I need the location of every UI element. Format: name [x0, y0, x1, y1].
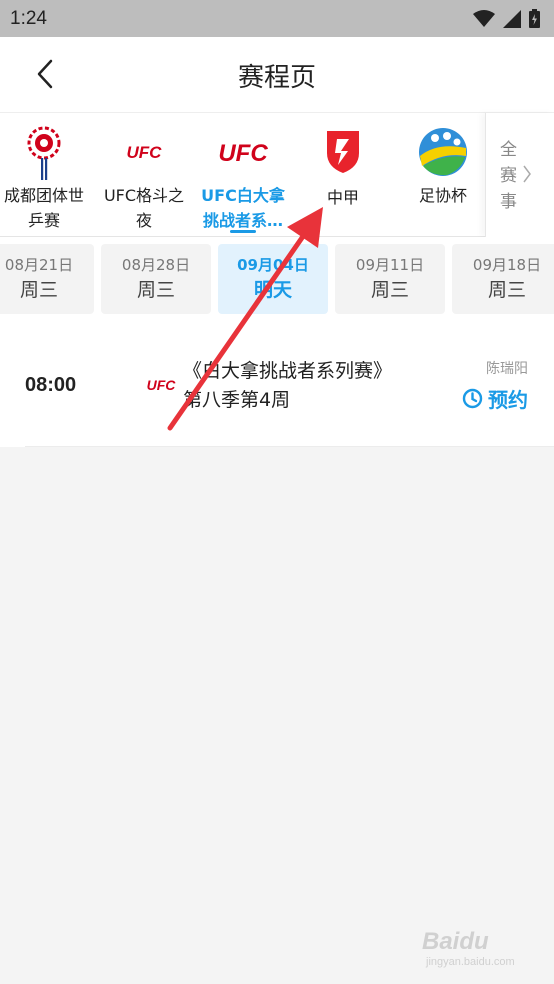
date-selector: 08月21日 周三 08月28日 周三 09月04日 明天 09月11日 周三 …	[0, 237, 554, 319]
tab-chengdu-table-tennis[interactable]: 成都团体世乒赛	[0, 113, 88, 237]
weekday-label: 明天	[253, 279, 292, 301]
cellular-signal-icon	[503, 9, 521, 28]
date-item[interactable]: 08月28日 周三	[101, 244, 211, 314]
reserve-button[interactable]: 预约	[462, 384, 528, 413]
svg-text:UFC: UFC	[218, 140, 268, 166]
tab-ufc-contender-series[interactable]: UFC UFC白大拿挑战者系…	[197, 113, 289, 237]
reserve-label: 预约	[488, 388, 528, 412]
tab-fa-cup[interactable]: 足协杯	[400, 113, 486, 237]
date-item-selected[interactable]: 09月04日 明天	[218, 244, 328, 314]
all-competitions-label: 全赛事	[500, 140, 517, 212]
weekday-label: 周三	[370, 279, 409, 301]
commentator-name: 陈瑞阳	[486, 361, 528, 377]
tab-label: 中甲	[326, 188, 359, 207]
tab-label: UFC白大拿挑战者系…	[201, 186, 285, 230]
ufc-logo: UFC	[145, 377, 177, 397]
ufc-logo: UFC	[215, 121, 271, 183]
status-bar: 1:24	[0, 0, 554, 37]
chevron-right-icon	[522, 164, 532, 188]
wifi-icon	[473, 9, 495, 27]
date-label: 09月11日	[355, 256, 425, 274]
active-tab-indicator	[230, 230, 256, 233]
page-title: 赛程页	[237, 63, 316, 93]
tab-ufc-fight-night[interactable]: UFC UFC格斗之夜	[98, 113, 190, 237]
status-time: 1:24	[10, 7, 47, 29]
date-item[interactable]: 08月21日 周三	[0, 244, 94, 314]
date-item[interactable]: 09月18日 周三	[452, 244, 554, 314]
weekday-label: 周三	[136, 279, 175, 301]
ufc-logo: UFC	[124, 121, 164, 183]
battery-icon	[529, 9, 540, 28]
tab-label: 成都团体世乒赛	[3, 186, 84, 230]
tab-label: UFC格斗之夜	[103, 186, 185, 230]
all-competitions-button[interactable]: 全赛事	[485, 113, 554, 237]
weekday-label: 周三	[19, 279, 58, 301]
clock-icon	[462, 388, 483, 409]
competition-tabs: 成都团体世乒赛 UFC UFC格斗之夜 UFC UFC白大拿挑战者系… 中甲 足…	[0, 112, 554, 237]
fa-cup-logo	[417, 121, 469, 183]
svg-text:UFC: UFC	[147, 377, 177, 393]
date-label: 08月21日	[4, 256, 74, 274]
baidu-watermark: Baidu jingyan.baidu.com	[422, 928, 515, 968]
weekday-label: 周三	[487, 279, 526, 301]
date-label: 09月18日	[472, 256, 542, 274]
date-label: 09月04日	[237, 256, 309, 274]
row-divider	[25, 446, 554, 447]
status-icons	[473, 9, 540, 28]
app-header: 赛程页	[0, 37, 554, 112]
pingpong-championship-logo	[24, 121, 64, 183]
date-item[interactable]: 09月11日 周三	[335, 244, 445, 314]
match-time: 08:00	[25, 374, 77, 396]
match-title: 《白大拿挑战者系列赛》第八季第4周	[183, 360, 383, 411]
match-row[interactable]: 08:00 UFC 《白大拿挑战者系列赛》第八季第4周 陈瑞阳 预约	[0, 319, 554, 447]
date-label: 08月28日	[121, 256, 191, 274]
watermark-url: jingyan.baidu.com	[426, 956, 515, 968]
svg-text:UFC: UFC	[127, 143, 163, 162]
tab-china-league-one[interactable]: 中甲	[300, 113, 386, 237]
tab-label: 足协杯	[418, 186, 467, 205]
china-league-one-logo	[323, 121, 363, 183]
watermark-brand: Baidu	[422, 928, 489, 955]
